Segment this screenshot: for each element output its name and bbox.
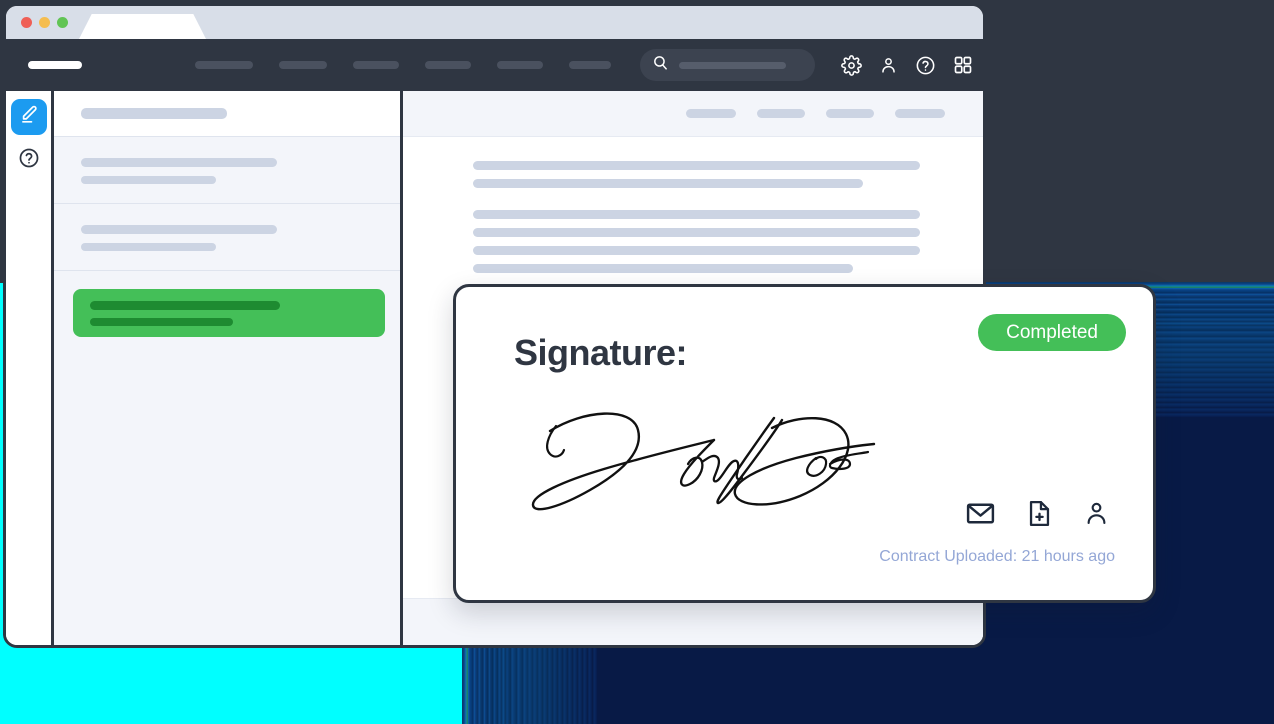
status-badge: Completed	[978, 314, 1126, 351]
grid-apps-icon[interactable]	[953, 55, 973, 75]
person-icon[interactable]	[1083, 498, 1110, 529]
mail-envelope-icon[interactable]	[965, 498, 996, 529]
document-add-icon[interactable]	[1025, 498, 1054, 529]
navbar-links	[195, 61, 611, 69]
browser-tab[interactable]	[79, 14, 206, 39]
list-pane	[54, 91, 403, 645]
signature-card: Signature: Completed Contract Uploaded: …	[453, 284, 1156, 603]
app-logo[interactable]	[28, 61, 82, 69]
document-toolbar	[403, 91, 983, 137]
list-item-line	[81, 225, 277, 234]
search-icon	[652, 54, 669, 76]
signature-title: Signature:	[514, 332, 688, 373]
list-item-line	[81, 243, 216, 251]
document-toolbar-pill[interactable]	[757, 109, 805, 118]
document-line	[473, 246, 920, 255]
list-item-selected[interactable]	[54, 271, 400, 337]
screenshot-stage: Signature: Completed Contract Uploaded: …	[0, 0, 1274, 724]
selected-item-line	[90, 301, 280, 310]
app-navbar	[6, 39, 983, 91]
nav-item-5[interactable]	[497, 61, 543, 69]
browser-titlebar	[6, 6, 983, 39]
edit-pencil-icon	[18, 104, 39, 130]
list-item-line	[81, 176, 216, 184]
close-red-icon[interactable]	[21, 17, 32, 28]
selected-item-line	[90, 318, 233, 326]
selected-item-card[interactable]	[73, 289, 385, 337]
document-line	[473, 179, 863, 188]
list-rows	[54, 137, 400, 271]
nav-item-4[interactable]	[425, 61, 471, 69]
help-circle-icon[interactable]	[915, 55, 936, 76]
search-input[interactable]	[640, 49, 815, 81]
search-placeholder	[679, 61, 786, 69]
sidebar-item-edit[interactable]	[10, 99, 47, 135]
document-toolbar-pill[interactable]	[686, 109, 736, 118]
signature-drawing	[528, 412, 888, 532]
document-paragraph	[473, 161, 920, 188]
list-item[interactable]	[54, 204, 400, 271]
document-line	[473, 161, 920, 170]
document-toolbar-pill[interactable]	[826, 109, 874, 118]
nav-item-6[interactable]	[569, 61, 611, 69]
nav-item-2[interactable]	[279, 61, 327, 69]
upload-meta-text: Contract Uploaded: 21 hours ago	[879, 548, 1115, 565]
help-circle-icon	[18, 147, 40, 174]
signature-action-icons	[965, 498, 1110, 529]
nav-item-1[interactable]	[195, 61, 253, 69]
document-line	[473, 228, 920, 237]
document-paragraph	[473, 210, 920, 273]
icon-rail	[6, 91, 54, 645]
sidebar-item-help[interactable]	[16, 147, 42, 173]
maximize-green-icon[interactable]	[57, 17, 68, 28]
gear-icon[interactable]	[841, 54, 862, 76]
list-item-line	[81, 158, 277, 167]
document-line	[473, 264, 853, 273]
person-icon[interactable]	[879, 55, 898, 76]
list-header-placeholder	[81, 108, 227, 119]
navbar-icon-group	[841, 54, 973, 76]
list-item[interactable]	[54, 137, 400, 204]
document-line	[473, 210, 920, 219]
nav-item-3[interactable]	[353, 61, 399, 69]
list-pane-header	[54, 91, 400, 137]
minimize-yellow-icon[interactable]	[39, 17, 50, 28]
traffic-lights	[21, 17, 68, 28]
document-footer	[403, 598, 983, 645]
document-toolbar-pill[interactable]	[895, 109, 945, 118]
